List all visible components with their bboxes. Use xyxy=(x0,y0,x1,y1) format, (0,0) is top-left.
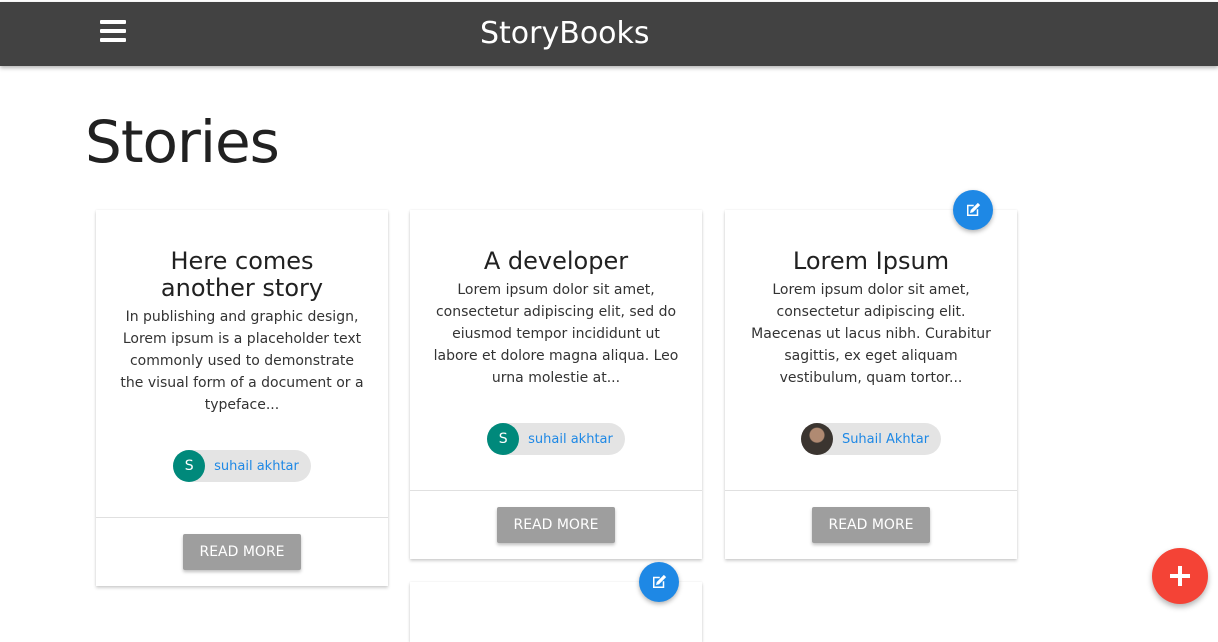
edit-story-button[interactable] xyxy=(953,190,993,230)
story-title: Lorem Ipsum xyxy=(792,247,950,275)
author-avatar: S xyxy=(173,450,206,482)
read-more-button[interactable]: READ MORE xyxy=(812,507,930,543)
author-photo-avatar xyxy=(800,423,833,455)
story-excerpt: In publishing and graphic design, Lorem … xyxy=(120,309,364,413)
edit-icon xyxy=(967,202,981,216)
page-title: Stories xyxy=(85,108,280,176)
author-name[interactable]: Suhail Akhtar xyxy=(842,432,929,447)
story-card: A developer Lorem ipsum dolor sit amet, … xyxy=(410,210,702,559)
top-navbar: StoryBooks xyxy=(0,2,1218,66)
story-excerpt: Lorem ipsum dolor sit amet, consectetur … xyxy=(751,282,991,386)
read-more-button[interactable]: READ MORE xyxy=(497,507,615,543)
story-title: Here comes another story xyxy=(160,247,324,302)
author-name[interactable]: suhail akhtar xyxy=(214,459,299,474)
author-chip[interactable]: S suhail akhtar xyxy=(173,450,311,482)
author-name[interactable]: suhail akhtar xyxy=(528,432,613,447)
story-card: Lorem Ipsum Lorem ipsum dolor sit amet, … xyxy=(725,210,1017,559)
edit-icon xyxy=(653,574,667,588)
edit-story-button[interactable] xyxy=(639,562,679,602)
brand-logo[interactable]: StoryBooks xyxy=(480,16,650,51)
add-story-button[interactable] xyxy=(1152,548,1208,604)
read-more-button[interactable]: READ MORE xyxy=(183,534,301,570)
author-chip[interactable]: S suhail akhtar xyxy=(487,423,625,455)
story-card: Here comes another story In publishing a… xyxy=(96,210,388,586)
story-title: A developer xyxy=(483,247,629,275)
hamburger-menu-icon[interactable] xyxy=(100,20,126,46)
add-icon xyxy=(1170,566,1190,586)
story-excerpt: Lorem ipsum dolor sit amet, consectetur … xyxy=(433,282,679,386)
author-chip[interactable]: Suhail Akhtar xyxy=(800,423,942,455)
author-avatar: S xyxy=(487,423,520,455)
